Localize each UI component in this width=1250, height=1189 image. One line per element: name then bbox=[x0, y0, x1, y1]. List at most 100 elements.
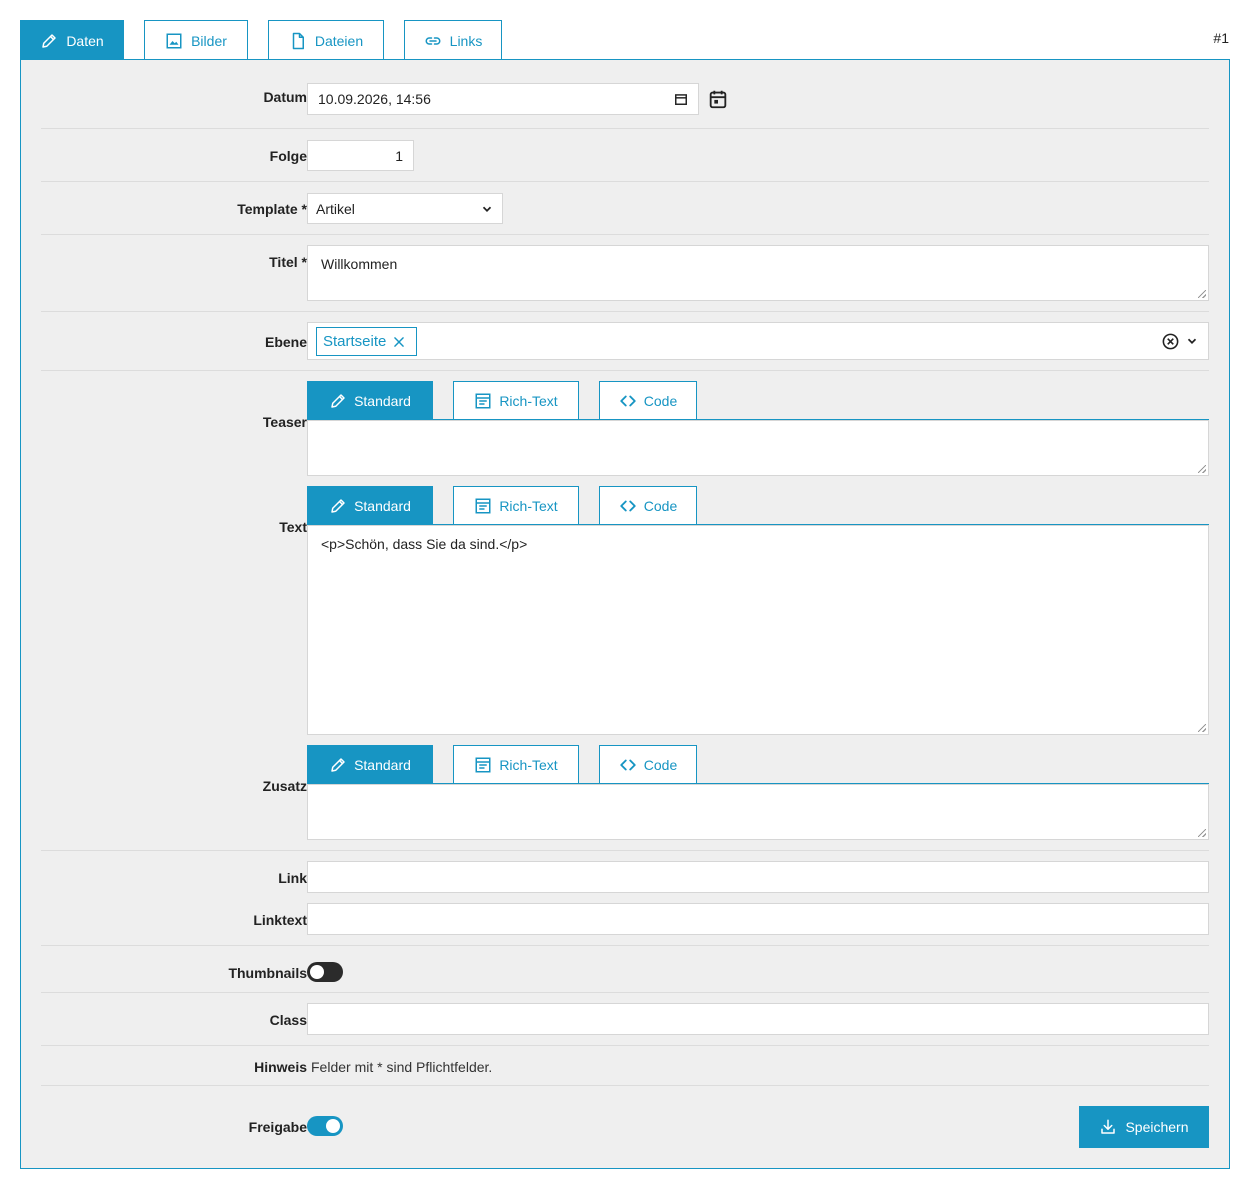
teaser-editor-tabs: Standard Rich-Text Code bbox=[307, 381, 1209, 419]
tab-standard[interactable]: Standard bbox=[307, 486, 433, 524]
divider bbox=[41, 945, 1209, 946]
tab-rich-text-label: Rich-Text bbox=[499, 392, 558, 409]
tab-rich-text[interactable]: Rich-Text bbox=[453, 381, 579, 419]
richtext-icon bbox=[475, 757, 491, 772]
divider bbox=[41, 1085, 1209, 1086]
clear-all-icon[interactable] bbox=[1161, 332, 1180, 351]
linktext-label: Linktext bbox=[253, 912, 307, 928]
form-panel: Datum 10.09.2026, 14:56 Folge 1 Template… bbox=[20, 59, 1230, 1169]
resize-handle[interactable] bbox=[1198, 724, 1206, 732]
datum-value: 10.09.2026, 14:56 bbox=[318, 91, 431, 107]
divider bbox=[41, 181, 1209, 182]
zusatz-textarea[interactable] bbox=[307, 784, 1209, 840]
hinweis-text: Felder mit * sind Pflichtfelder. bbox=[311, 1059, 493, 1075]
class-label: Class bbox=[269, 1012, 307, 1028]
tab-standard-label: Standard bbox=[354, 392, 411, 409]
text-value: <p>Schön, dass Sie da sind.</p> bbox=[321, 536, 528, 552]
teaser-label: Teaser bbox=[262, 414, 307, 430]
template-select[interactable]: Artikel bbox=[307, 193, 503, 224]
download-icon bbox=[1101, 1119, 1116, 1134]
pencil-icon bbox=[331, 757, 345, 772]
file-icon bbox=[292, 32, 304, 49]
tab-dateien[interactable]: Dateien bbox=[268, 20, 384, 60]
linktext-input[interactable] bbox=[307, 903, 1209, 935]
tab-links-label: Links bbox=[449, 32, 483, 49]
thumbnails-toggle[interactable] bbox=[307, 962, 343, 982]
template-label: Template * bbox=[237, 201, 307, 217]
tab-code-label: Code bbox=[643, 392, 678, 409]
chevron-down-icon bbox=[482, 206, 492, 212]
tab-code[interactable]: Code bbox=[599, 381, 697, 419]
freigabe-toggle[interactable] bbox=[307, 1116, 343, 1136]
text-label: Text bbox=[279, 519, 307, 535]
thumbnails-label: Thumbnails bbox=[228, 965, 307, 981]
save-button-label: Speichern bbox=[1125, 1119, 1189, 1135]
tab-rich-text-label: Rich-Text bbox=[499, 497, 558, 514]
resize-handle[interactable] bbox=[1198, 829, 1206, 837]
tab-standard[interactable]: Standard bbox=[307, 381, 433, 419]
toggle-knob bbox=[310, 965, 324, 979]
chevron-down-icon[interactable] bbox=[1185, 334, 1199, 348]
save-button[interactable]: Speichern bbox=[1079, 1106, 1209, 1148]
class-input[interactable] bbox=[307, 1003, 1209, 1035]
template-value: Artikel bbox=[316, 200, 355, 217]
text-editor-tabs: Standard Rich-Text Code bbox=[307, 486, 1209, 524]
image-icon bbox=[166, 33, 182, 48]
tab-bilder-label: Bilder bbox=[191, 32, 227, 49]
folge-label: Folge bbox=[269, 148, 307, 164]
ebene-label: Ebene bbox=[264, 334, 307, 350]
divider bbox=[41, 234, 1209, 235]
tab-rich-text[interactable]: Rich-Text bbox=[453, 745, 579, 783]
calendar-small-icon[interactable] bbox=[674, 92, 688, 106]
tab-standard-label: Standard bbox=[354, 756, 411, 773]
tab-rich-text[interactable]: Rich-Text bbox=[453, 486, 579, 524]
tab-daten-label: Daten bbox=[66, 32, 104, 49]
divider bbox=[41, 370, 1209, 371]
tab-links[interactable]: Links bbox=[404, 20, 502, 60]
link-input[interactable] bbox=[307, 861, 1209, 893]
link-icon bbox=[425, 36, 441, 45]
ebene-chip-label: Startseite bbox=[323, 333, 387, 350]
divider bbox=[41, 128, 1209, 129]
folge-value: 1 bbox=[395, 147, 403, 164]
pencil-icon bbox=[331, 498, 345, 513]
ebene-multiselect[interactable]: Startseite bbox=[307, 322, 1209, 360]
zusatz-label: Zusatz bbox=[262, 778, 307, 794]
record-id: #1 bbox=[1213, 30, 1229, 46]
code-icon bbox=[620, 759, 636, 770]
divider bbox=[41, 850, 1209, 851]
tab-standard-label: Standard bbox=[354, 497, 411, 514]
calendar-icon[interactable] bbox=[707, 88, 729, 110]
tab-rich-text-label: Rich-Text bbox=[499, 756, 558, 773]
remove-chip-icon[interactable] bbox=[392, 335, 406, 349]
resize-handle[interactable] bbox=[1198, 290, 1206, 298]
tab-dateien-label: Dateien bbox=[314, 32, 364, 49]
divider bbox=[41, 992, 1209, 993]
titel-textarea[interactable]: Willkommen bbox=[307, 245, 1209, 301]
pencil-icon bbox=[42, 33, 57, 48]
richtext-icon bbox=[475, 393, 491, 408]
toggle-knob bbox=[326, 1119, 340, 1133]
code-icon bbox=[620, 395, 636, 406]
resize-handle[interactable] bbox=[1198, 465, 1206, 473]
divider bbox=[41, 1045, 1209, 1046]
datum-label: Datum bbox=[263, 89, 307, 105]
hinweis-label: Hinweis bbox=[254, 1059, 307, 1075]
tab-standard[interactable]: Standard bbox=[307, 745, 433, 783]
freigabe-label: Freigabe bbox=[248, 1119, 307, 1135]
tab-bilder[interactable]: Bilder bbox=[144, 20, 248, 60]
tab-code[interactable]: Code bbox=[599, 745, 697, 783]
link-label: Link bbox=[278, 870, 307, 886]
tab-daten[interactable]: Daten bbox=[20, 20, 124, 60]
code-icon bbox=[620, 500, 636, 511]
tab-code[interactable]: Code bbox=[599, 486, 697, 524]
text-textarea[interactable]: <p>Schön, dass Sie da sind.</p> bbox=[307, 525, 1209, 735]
tab-code-label: Code bbox=[643, 756, 678, 773]
richtext-icon bbox=[475, 498, 491, 513]
datum-input[interactable]: 10.09.2026, 14:56 bbox=[307, 83, 699, 115]
titel-label: Titel * bbox=[269, 254, 307, 270]
ebene-chip: Startseite bbox=[316, 327, 418, 356]
tab-code-label: Code bbox=[643, 497, 678, 514]
teaser-textarea[interactable] bbox=[307, 420, 1209, 476]
folge-input[interactable]: 1 bbox=[307, 140, 414, 171]
